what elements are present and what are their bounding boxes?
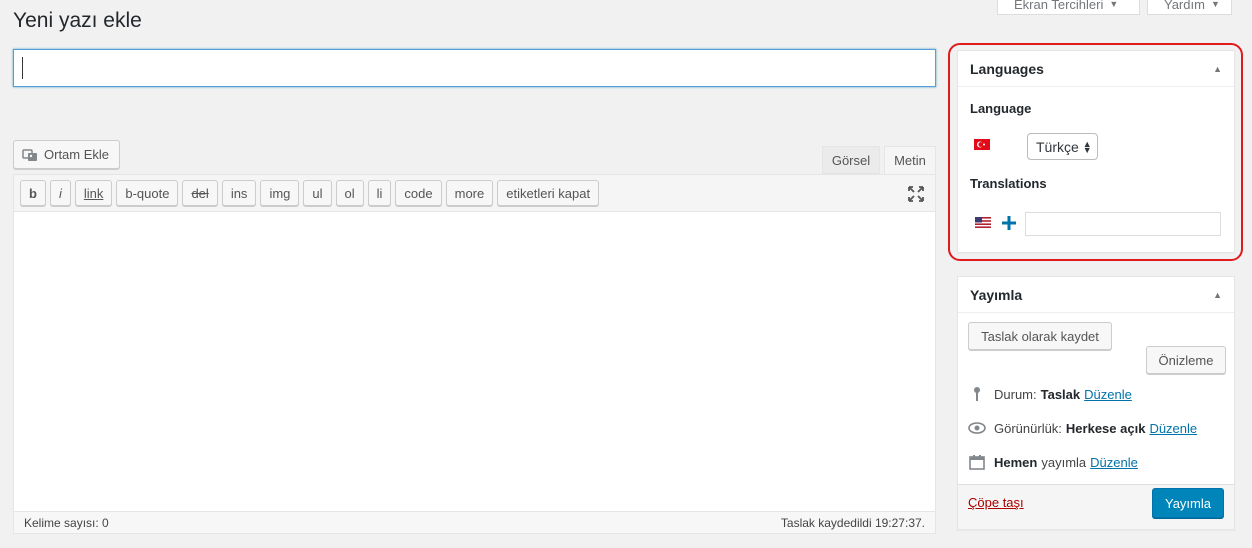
content-textarea[interactable] bbox=[14, 212, 935, 512]
edit-status-link[interactable]: Düzenle bbox=[1084, 387, 1132, 402]
help-label: Yardım bbox=[1164, 0, 1205, 12]
publish-metabox: Yayımla ▲ Taslak olarak kaydet Önizleme … bbox=[957, 276, 1235, 530]
status-value: Taslak bbox=[1040, 386, 1081, 402]
collapse-arrow-icon[interactable]: ▲ bbox=[1213, 290, 1222, 300]
editor-container: b i link b-quote del ins img ul ol li co… bbox=[13, 174, 936, 534]
major-publishing-actions: Çöpe taşı Yayımla bbox=[958, 484, 1234, 529]
draft-saved-status: Taslak kaydedildi 19:27:37. bbox=[780, 515, 925, 530]
preview-button[interactable]: Önizleme bbox=[1146, 346, 1226, 374]
schedule-rest: yayımla bbox=[1041, 454, 1087, 470]
visibility-row: Görünürlük: Herkese açık Düzenle bbox=[968, 419, 1197, 437]
status-label: Durum: bbox=[994, 386, 1037, 402]
visibility-value: Herkese açık bbox=[1065, 420, 1146, 436]
screen-options-label: Ekran Tercihleri bbox=[1014, 0, 1104, 12]
edit-visibility-link[interactable]: Düzenle bbox=[1149, 421, 1197, 436]
save-draft-button[interactable]: Taslak olarak kaydet bbox=[968, 322, 1112, 350]
move-to-trash-link[interactable]: Çöpe taşı bbox=[968, 495, 1024, 510]
pin-icon bbox=[968, 385, 986, 403]
text-cursor bbox=[22, 57, 23, 79]
us-flag-icon bbox=[975, 217, 991, 228]
fullscreen-icon[interactable] bbox=[907, 185, 925, 203]
caret-down-icon: ▼ bbox=[1210, 0, 1220, 9]
calendar-icon bbox=[968, 453, 986, 471]
quicktag-link-button[interactable]: link bbox=[74, 180, 113, 206]
quicktag-more-button[interactable]: more bbox=[445, 180, 494, 206]
quicktag-del-button[interactable]: del bbox=[182, 180, 218, 206]
media-icon bbox=[22, 148, 37, 161]
languages-metabox-title: Languages bbox=[970, 60, 1044, 77]
publish-metabox-title: Yayımla bbox=[970, 286, 1023, 303]
quicktag-code-button[interactable]: code bbox=[395, 180, 442, 206]
quicktag-ol-button[interactable]: ol bbox=[335, 180, 364, 206]
quicktag-ins-button[interactable]: ins bbox=[221, 180, 257, 206]
schedule-strong: Hemen bbox=[994, 454, 1038, 470]
turkey-flag-icon bbox=[974, 139, 990, 150]
languages-metabox: Languages ▲ Language Türkçe ▲ ▼ Translati… bbox=[957, 50, 1235, 253]
quicktag-img-button[interactable]: img bbox=[260, 180, 300, 206]
translations-label: Translations bbox=[970, 176, 1047, 191]
select-arrows-icon: ▲ ▼ bbox=[1082, 138, 1092, 155]
status-row: Durum: Taslak Düzenle bbox=[968, 385, 1132, 403]
quicktag-ul-button[interactable]: ul bbox=[303, 180, 332, 206]
eye-icon bbox=[968, 419, 986, 437]
publish-button[interactable]: Yayımla bbox=[1152, 488, 1224, 518]
collapse-arrow-icon[interactable]: ▲ bbox=[1213, 64, 1222, 74]
add-media-label: Ortam Ekle bbox=[44, 147, 110, 162]
tab-text[interactable]: Metin bbox=[884, 146, 936, 174]
caret-down-icon: ▼ bbox=[1109, 0, 1119, 9]
word-count: Kelime sayısı: 0 bbox=[24, 515, 109, 530]
quicktags-toolbar: b i link b-quote del ins img ul ol li co… bbox=[14, 175, 935, 212]
language-label: Language bbox=[970, 101, 1032, 116]
quicktag-li-button[interactable]: li bbox=[367, 180, 392, 206]
language-select-value: Türkçe bbox=[1036, 138, 1079, 155]
screen-options-tab[interactable]: Ekran Tercihleri ▼ bbox=[997, 0, 1140, 15]
quicktag-bold-button[interactable]: b bbox=[20, 180, 46, 206]
visibility-label: Görünürlük: bbox=[994, 420, 1062, 436]
tab-visual[interactable]: Görsel bbox=[822, 146, 880, 174]
page-title: Yeni yazı ekle bbox=[13, 9, 142, 32]
publish-metabox-header[interactable]: Yayımla ▲ bbox=[958, 277, 1234, 313]
post-title-input[interactable] bbox=[13, 49, 936, 87]
translation-input[interactable] bbox=[1025, 212, 1221, 236]
schedule-row: Hemen yayımla Düzenle bbox=[968, 453, 1138, 471]
edit-schedule-link[interactable]: Düzenle bbox=[1090, 455, 1138, 470]
add-translation-icon[interactable] bbox=[1002, 216, 1016, 230]
language-select[interactable]: Türkçe ▲ ▼ bbox=[1027, 133, 1098, 160]
quicktag-italic-button[interactable]: i bbox=[49, 180, 71, 206]
editor-status-bar: Kelime sayısı: 0 Taslak kaydedildi 19:27… bbox=[14, 511, 935, 533]
help-tab[interactable]: Yardım ▼ bbox=[1147, 0, 1232, 15]
quicktag-blockquote-button[interactable]: b-quote bbox=[116, 180, 179, 206]
languages-metabox-header[interactable]: Languages ▲ bbox=[958, 51, 1234, 87]
add-media-button[interactable]: Ortam Ekle bbox=[13, 140, 120, 169]
quicktag-close-tags-button[interactable]: etiketleri kapat bbox=[497, 180, 600, 206]
